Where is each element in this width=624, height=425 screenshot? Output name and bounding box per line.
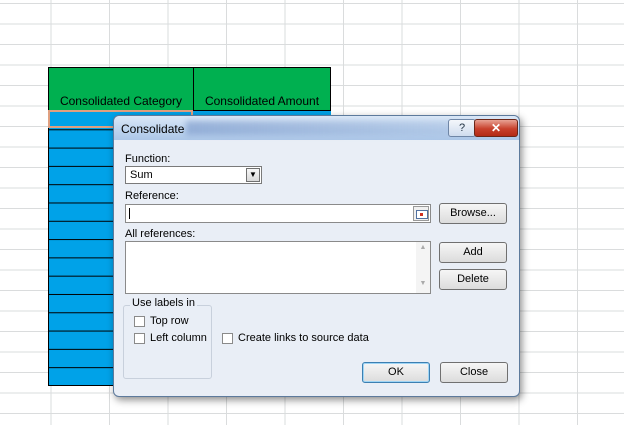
reference-label: Reference: [125, 190, 179, 202]
help-button[interactable]: ? [448, 119, 476, 137]
text-caret [129, 208, 130, 219]
function-select[interactable]: Sum ▼ [125, 166, 262, 184]
delete-button[interactable]: Delete [439, 269, 507, 290]
close-icon: ✕ [490, 121, 502, 135]
scroll-down-icon[interactable]: ▼ [416, 280, 430, 287]
function-label: Function: [125, 153, 171, 165]
left-column-label: Left column [150, 332, 207, 344]
header-cell-amount[interactable]: Consolidated Amount [193, 67, 331, 111]
function-value: Sum [130, 169, 153, 181]
create-links-label: Create links to source data [238, 332, 369, 344]
ok-button[interactable]: OK [362, 362, 430, 383]
browse-button[interactable]: Browse... [439, 203, 507, 224]
add-button[interactable]: Add [439, 242, 507, 263]
close-window-button[interactable]: ✕ [474, 119, 518, 137]
left-column-checkbox[interactable] [134, 333, 145, 344]
help-icon: ? [458, 122, 466, 134]
chevron-down-icon[interactable]: ▼ [246, 168, 260, 182]
collapse-dialog-icon[interactable] [413, 206, 429, 221]
all-references-list[interactable]: ▲ ▼ [125, 241, 431, 294]
list-scrollbar[interactable]: ▲ ▼ [416, 242, 430, 293]
dialog-title: Consolidate [121, 122, 185, 136]
header-amount-text: Consolidated Amount [204, 94, 320, 108]
top-row-label: Top row [150, 315, 189, 327]
scroll-up-icon[interactable]: ▲ [416, 244, 430, 251]
consolidate-dialog: Consolidate ? ✕ Function: Sum ▼ Referenc… [113, 115, 520, 397]
use-labels-legend: Use labels in [130, 297, 197, 309]
all-references-label: All references: [125, 228, 196, 240]
header-category-text: Consolidated Category [59, 94, 183, 108]
create-links-checkbox[interactable] [222, 333, 233, 344]
top-row-checkbox[interactable] [134, 316, 145, 327]
reference-input[interactable] [125, 204, 431, 223]
header-cell-category[interactable]: Consolidated Category [48, 67, 194, 111]
titlebar-blur [186, 121, 486, 135]
close-button[interactable]: Close [440, 362, 508, 383]
dialog-titlebar[interactable]: Consolidate ? ✕ [114, 116, 519, 140]
